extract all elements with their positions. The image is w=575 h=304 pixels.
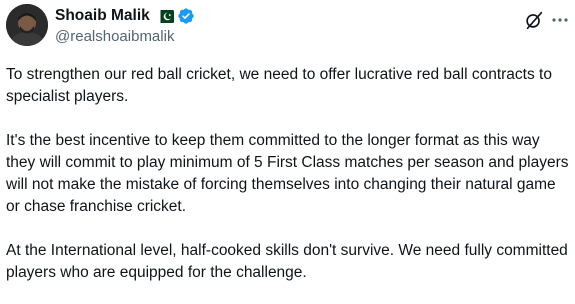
avatar[interactable] xyxy=(6,4,48,46)
tweet-header: Shoaib Malik @realshoaibmalik xyxy=(6,4,569,48)
tweet-paragraph: It's the best incentive to keep them com… xyxy=(6,132,569,215)
verified-badge-icon xyxy=(177,7,195,25)
author-handle[interactable]: @realshoaibmalik xyxy=(55,28,195,45)
more-options-icon[interactable] xyxy=(551,11,569,29)
grok-icon[interactable] xyxy=(523,9,545,31)
pakistan-flag-icon xyxy=(155,9,174,23)
tweet-paragraph: At the International level, half-cooked … xyxy=(6,242,568,281)
tweet-paragraph: To strengthen our red ball cricket, we n… xyxy=(6,66,552,105)
tweet-text: To strengthen our red ball cricket, we n… xyxy=(6,64,571,284)
author-display-name[interactable]: Shoaib Malik xyxy=(55,7,150,25)
